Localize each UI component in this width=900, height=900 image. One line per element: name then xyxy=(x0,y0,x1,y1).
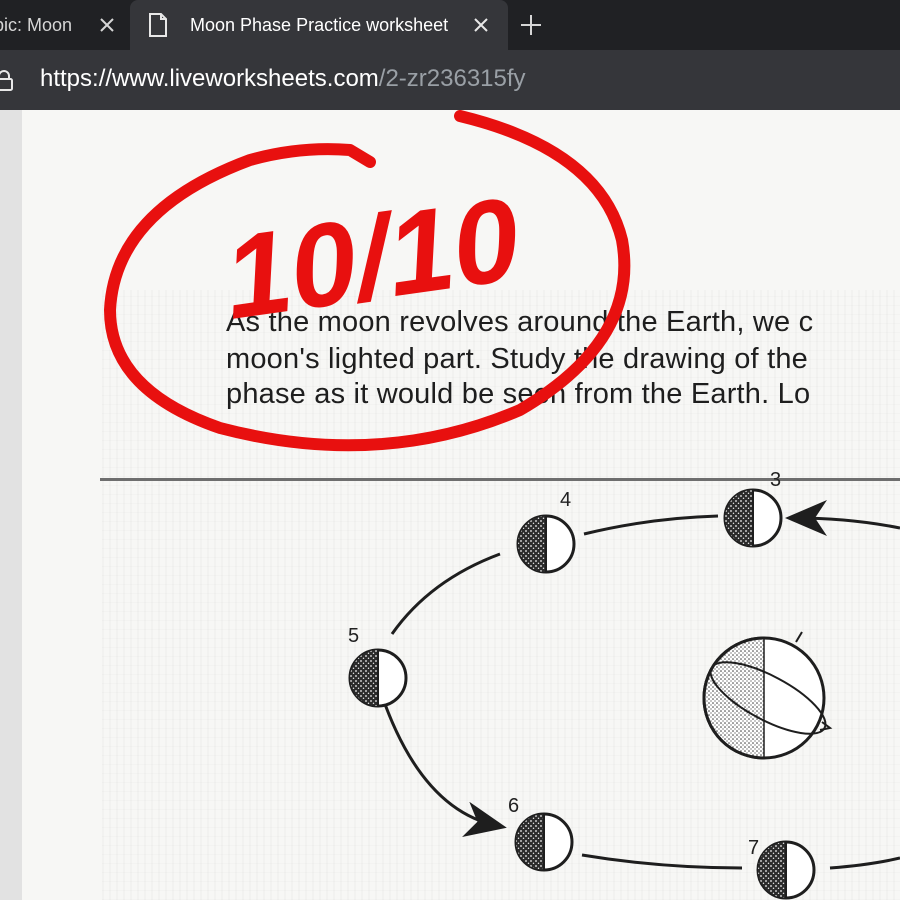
tab-moon-phase-worksheet[interactable]: Moon Phase Practice worksheet xyxy=(130,0,508,50)
url-host: https://www.liveworksheets.com xyxy=(40,65,379,92)
url-path: /2-zr236315fy xyxy=(378,65,526,92)
tab-title: Moon Phase Practice worksheet xyxy=(190,14,449,35)
document-icon xyxy=(149,13,167,37)
tab-bar: pic: Moon Moon Phase Practice worksheet xyxy=(0,0,900,50)
lock-icon[interactable] xyxy=(0,69,14,91)
url-text[interactable]: https://www.liveworksheets.com/2-zr23631… xyxy=(40,65,526,93)
score-text: 10/10 xyxy=(216,173,527,345)
close-icon[interactable] xyxy=(98,16,116,34)
address-bar[interactable]: https://www.liveworksheets.com/2-zr23631… xyxy=(0,50,900,110)
tab-title: pic: Moon xyxy=(0,14,73,35)
page-viewport: As the moon revolves around the Earth, w… xyxy=(0,110,900,900)
tab-moon-pic[interactable]: pic: Moon xyxy=(0,0,128,50)
plus-icon[interactable] xyxy=(518,12,544,38)
close-icon[interactable] xyxy=(472,16,490,34)
score-stamp: 10/10 xyxy=(104,110,631,452)
